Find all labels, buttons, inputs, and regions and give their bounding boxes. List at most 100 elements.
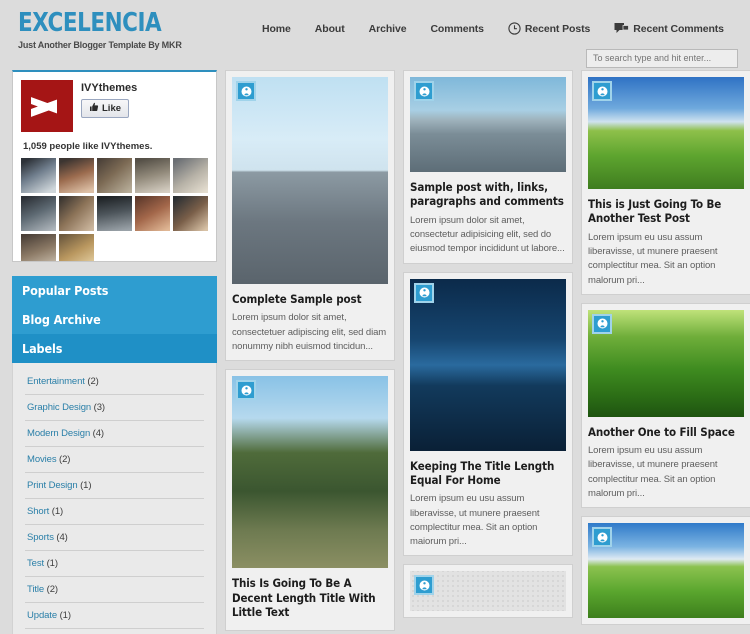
post-excerpt: Lorem ipsum dolor sit amet, consectetur …	[410, 214, 565, 255]
facebook-page-name[interactable]: IVYthemes	[81, 82, 137, 94]
thumbs-up-icon	[89, 102, 99, 115]
avatar[interactable]	[21, 158, 56, 193]
facebook-like-count: 1,059 people like IVYthemes.	[23, 141, 153, 152]
facebook-like-box-widget: IVYthemes Like 1,059 people like IVYthem…	[12, 70, 217, 262]
post-card[interactable]: Another One to Fill Space Lorem ipsum eu…	[581, 302, 750, 509]
label-count: (2)	[46, 584, 58, 595]
label-item-modern-design[interactable]: Modern Design (4)	[25, 421, 204, 447]
facebook-friend-faces	[21, 158, 208, 261]
label-item-print-design[interactable]: Print Design (1)	[25, 473, 204, 499]
label-item-update[interactable]: Update (1)	[25, 603, 204, 629]
label-item-sports[interactable]: Sports (4)	[25, 525, 204, 551]
label-name: Graphic Design	[27, 402, 92, 413]
avatar[interactable]	[97, 196, 132, 231]
site-branding[interactable]: EXCELENCIA Just Another Blogger Template…	[18, 9, 190, 52]
nav-item-about[interactable]: About	[303, 21, 357, 37]
info-person-icon[interactable]	[592, 527, 612, 548]
tab-popular-posts[interactable]: Popular Posts	[12, 276, 217, 305]
post-title[interactable]: This is Just Going To Be Another Test Po…	[588, 197, 744, 226]
nav-label: About	[314, 22, 345, 35]
post-title[interactable]: Another One to Fill Space	[588, 425, 744, 439]
labels-list: Entertainment (2) Graphic Design (3) Mod…	[12, 363, 217, 634]
main-navigation[interactable]: Home About Archive Comments Recent Posts	[250, 20, 736, 37]
info-person-icon[interactable]	[592, 81, 612, 101]
avatar[interactable]	[59, 234, 94, 261]
avatar[interactable]	[97, 158, 132, 193]
info-person-icon[interactable]	[414, 81, 434, 101]
info-person-icon[interactable]	[236, 81, 256, 101]
post-card[interactable]: This Is Going To Be A Decent Length Titl…	[225, 369, 395, 632]
label-count: (4)	[56, 532, 68, 543]
avatar[interactable]	[59, 158, 94, 193]
post-column-1: Complete Sample post Lorem ipsum dolor s…	[225, 70, 395, 632]
search-box[interactable]	[586, 48, 738, 68]
label-item-movies[interactable]: Movies (2)	[25, 447, 204, 473]
post-title[interactable]: This Is Going To Be A Decent Length Titl…	[232, 576, 388, 619]
label-name: Entertainment	[27, 376, 85, 387]
post-thumbnail-wrap	[588, 523, 744, 619]
nav-item-home[interactable]: Home	[250, 21, 303, 37]
post-thumbnail-wrap	[588, 77, 744, 189]
label-item-short[interactable]: Short (1)	[25, 499, 204, 525]
post-excerpt: Lorem ipsum eu usu assum liberavisse, ut…	[588, 231, 718, 286]
sidebar-tabs-widget: Popular Posts Blog Archive Labels Entert…	[12, 276, 217, 634]
label-name: Update	[27, 610, 58, 621]
post-thumbnail-wrap	[232, 376, 388, 569]
avatar[interactable]	[21, 196, 56, 231]
post-card[interactable]: Sample post with, links, paragraphs and …	[403, 70, 573, 264]
avatar[interactable]	[21, 234, 56, 261]
nav-item-comments[interactable]: Comments	[418, 21, 495, 37]
label-item-test[interactable]: Test (1)	[25, 551, 204, 577]
nav-item-recent-posts[interactable]: Recent Posts	[496, 20, 602, 37]
info-person-icon[interactable]	[414, 575, 434, 596]
avatar[interactable]	[173, 196, 208, 231]
info-person-icon[interactable]	[236, 380, 256, 401]
label-count: (1)	[46, 558, 58, 569]
search-input[interactable]	[586, 48, 738, 68]
post-card[interactable]: Complete Sample post Lorem ipsum dolor s…	[225, 70, 395, 362]
post-thumbnail[interactable]	[232, 376, 388, 569]
post-grid: Complete Sample post Lorem ipsum dolor s…	[225, 70, 750, 632]
label-name: Modern Design	[27, 428, 91, 439]
label-count: (2)	[59, 454, 71, 465]
post-card[interactable]: Keeping The Title Length Equal For Home …	[403, 271, 573, 557]
post-card[interactable]: This is Just Going To Be Another Test Po…	[581, 70, 750, 295]
post-title[interactable]: Keeping The Title Length Equal For Home	[410, 459, 566, 488]
avatar[interactable]	[59, 196, 94, 231]
facebook-like-button[interactable]: Like	[81, 99, 130, 118]
tab-blog-archive[interactable]: Blog Archive	[12, 305, 217, 334]
info-person-icon[interactable]	[414, 282, 434, 303]
label-item-graphic-design[interactable]: Graphic Design (3)	[25, 395, 204, 421]
label-count: (4)	[92, 428, 104, 439]
label-item-title[interactable]: Title (2)	[25, 577, 204, 603]
post-title[interactable]: Complete Sample post	[232, 292, 388, 306]
site-header: EXCELENCIA Just Another Blogger Template…	[0, 0, 750, 70]
label-item-entertainment[interactable]: Entertainment (2)	[25, 369, 204, 395]
avatar[interactable]	[135, 158, 170, 193]
post-thumbnail[interactable]	[232, 77, 388, 284]
post-title[interactable]: Sample post with, links, paragraphs and …	[410, 180, 566, 209]
post-card[interactable]	[581, 516, 750, 626]
clock-icon	[508, 22, 521, 35]
avatar[interactable]	[173, 158, 208, 193]
site-tagline: Just Another Blogger Template By MKR	[18, 40, 182, 52]
info-person-icon[interactable]	[592, 313, 612, 334]
facebook-page-meta: IVYthemes Like	[81, 80, 137, 132]
post-card[interactable]	[403, 564, 573, 619]
tab-labels[interactable]: Labels	[12, 334, 217, 363]
post-thumbnail-wrap	[588, 309, 744, 417]
label-name: Sports	[27, 532, 54, 543]
site-logo[interactable]: EXCELENCIA	[18, 9, 176, 37]
post-thumbnail[interactable]	[410, 278, 566, 451]
label-item-web-design[interactable]: Web Design (4)	[25, 629, 204, 634]
nav-item-archive[interactable]: Archive	[357, 21, 419, 37]
post-thumbnail-wrap	[410, 571, 566, 612]
nav-label: Comments	[430, 22, 484, 35]
post-thumbnail-wrap	[410, 278, 566, 451]
page-root: EXCELENCIA Just Another Blogger Template…	[0, 0, 750, 634]
label-name: Movies	[27, 454, 57, 465]
post-thumbnail-wrap	[232, 77, 388, 284]
nav-item-recent-comments[interactable]: Recent Comments	[602, 20, 736, 37]
facebook-like-label: Like	[102, 103, 122, 114]
avatar[interactable]	[135, 196, 170, 231]
